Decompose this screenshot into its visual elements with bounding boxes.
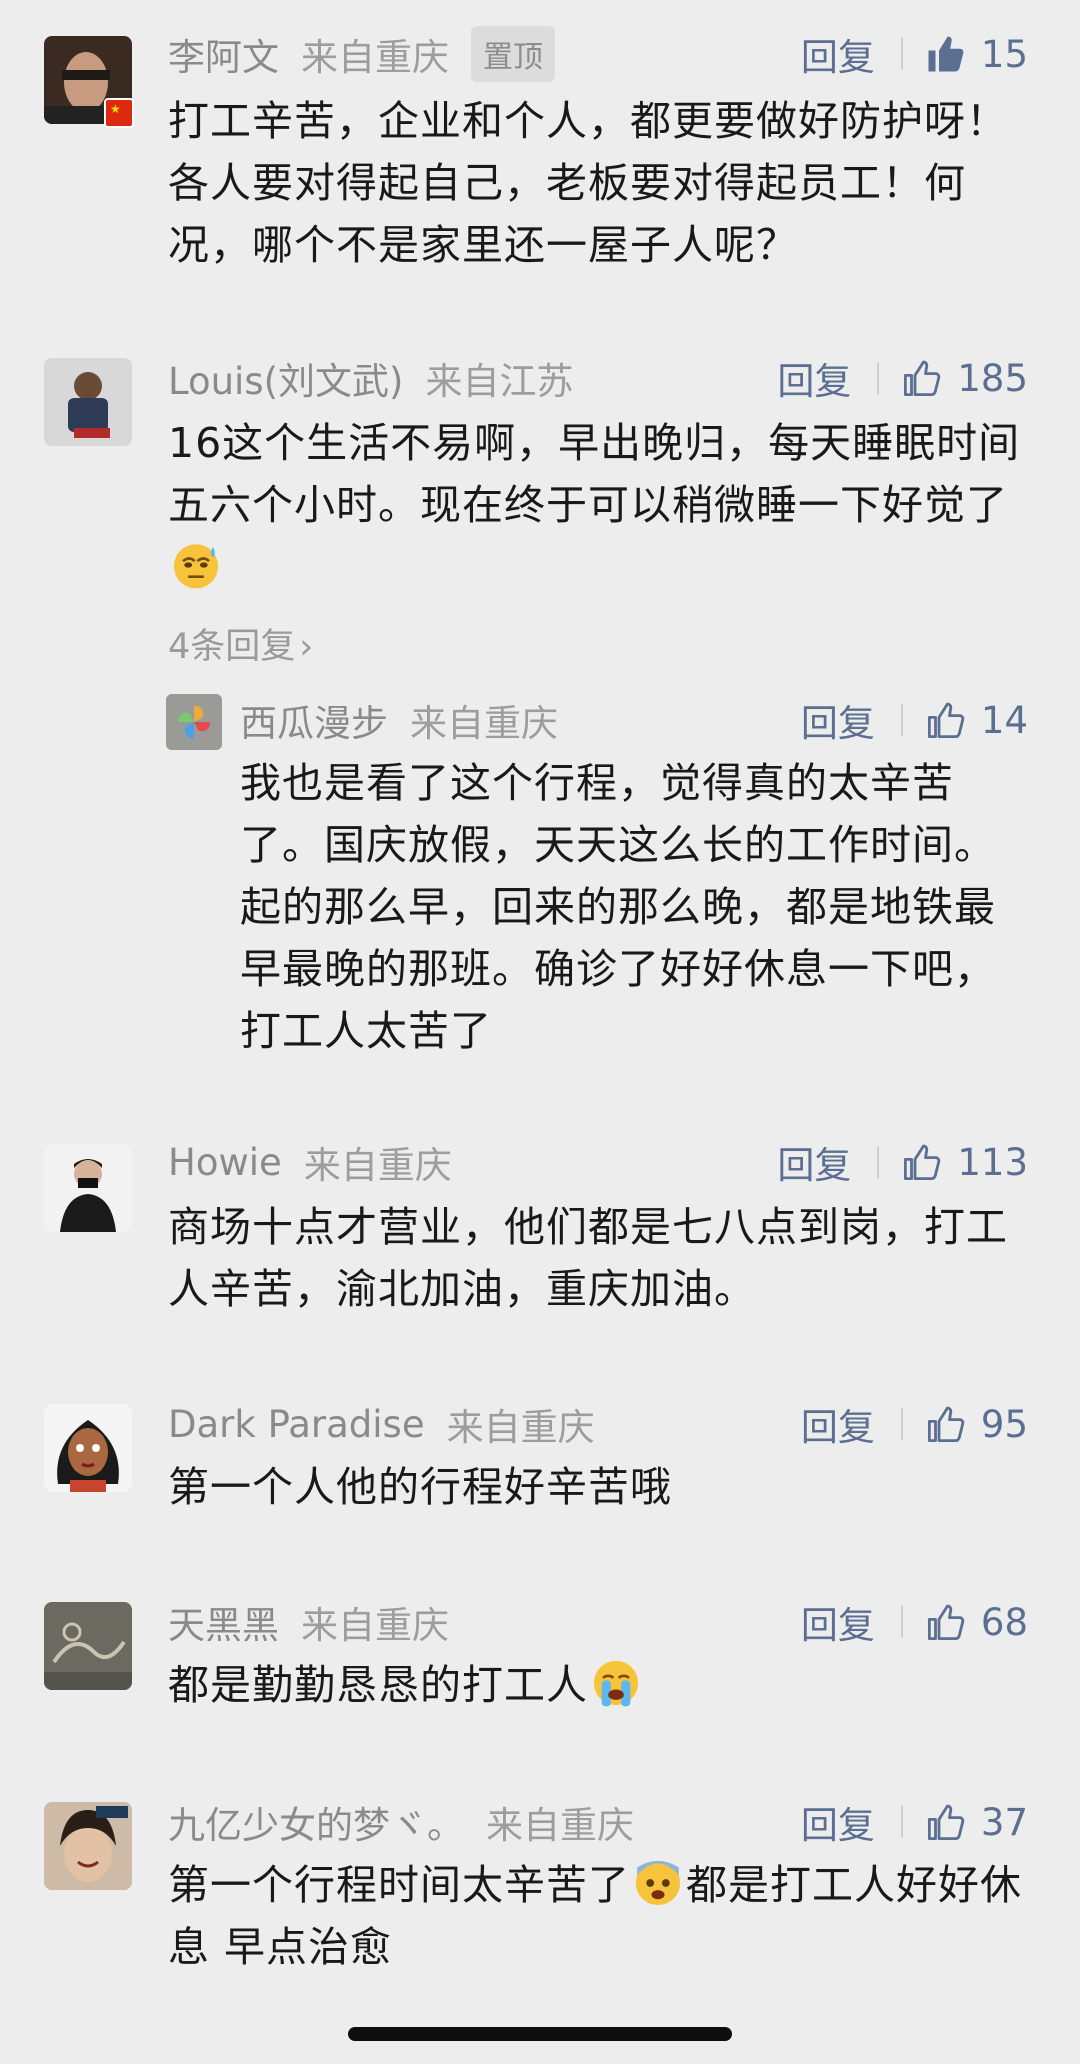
thumbs-up-outline-icon[interactable] [925,1601,967,1643]
avatar[interactable] [44,1602,132,1690]
comment-text: 都是勤勤恳恳的打工人 [168,1654,1028,1716]
thumbs-up-outline-icon[interactable] [901,1141,943,1183]
avatar[interactable] [44,1802,132,1890]
pinned-badge: 置顶 [471,26,555,82]
comment-author[interactable]: Howie [168,1141,282,1184]
reply-button[interactable]: 回复 [777,351,851,405]
divider [900,1606,903,1638]
thumbs-up-outline-icon[interactable] [925,699,967,741]
comment-text: 第一个人他的行程好辛苦哦 [168,1463,672,1511]
like-count: 185 [957,356,1028,400]
divider [900,704,903,736]
reply-button[interactable]: 回复 [801,693,875,747]
comment-location: 来自重庆 [446,1406,595,1449]
reply-button[interactable]: 回复 [801,1595,875,1649]
comment-author[interactable]: 李阿文 [168,27,279,81]
comment-text-part-a: 第一个行程时间太辛苦了 [168,1861,630,1909]
reply-button[interactable]: 回复 [777,1135,851,1189]
avatar[interactable] [44,1144,132,1232]
reply-button[interactable]: 回复 [801,1795,875,1849]
chevron-right-icon: › [299,627,314,667]
thumbs-up-outline-icon[interactable] [925,1801,967,1843]
avatar[interactable] [166,694,222,750]
like-count: 37 [980,1800,1028,1844]
thumbs-up-outline-icon[interactable] [901,357,943,399]
reply-location: 来自重庆 [410,702,558,745]
divider [900,1806,903,1838]
like-count: 95 [980,1402,1028,1446]
comment-author[interactable]: 天黑黑 [168,1595,279,1649]
home-indicator[interactable] [348,2027,732,2041]
sweat-face-emoji-icon [173,544,219,589]
comment-location: 来自重庆 [301,1604,449,1647]
reply-text: 我也是看了这个行程，觉得真的太辛苦了。国庆放假，天天这么长的工作时间。起的那么早… [240,759,996,1055]
divider [900,38,903,70]
reply-button[interactable]: 回复 [801,1397,875,1451]
like-count: 14 [980,698,1028,742]
comment-location: 来自江苏 [425,360,574,403]
comment-text-content: 16这个生活不易啊，早出晚归，每天睡眠时间五六个小时。现在终于可以稍微睡一下好觉… [168,419,1021,529]
more-replies-link[interactable]: 4条回复 › [168,618,313,669]
comment-location: 来自重庆 [303,1144,452,1187]
comment-text: 第一个行程时间太辛苦了 都是打工人好好休息 早点治愈 [168,1854,1028,1978]
thumbs-up-filled-icon[interactable] [925,33,967,75]
avatar[interactable] [44,1404,132,1492]
comment-text: 商场十点才营业，他们都是七八点到岗，打工人辛苦，渝北加油，重庆加油。 [168,1203,1008,1313]
china-flag-icon: ★ [104,98,134,128]
comment-author[interactable]: Louis(刘文武) [168,351,403,405]
comment-author[interactable]: 九亿少女的梦ヾ。 [168,1795,464,1849]
avatar[interactable] [44,358,132,446]
more-replies-label: 4条回复 [168,627,296,667]
divider [877,1146,880,1178]
reply-author[interactable]: 西瓜漫步 [240,693,388,747]
comment-location: 来自重庆 [301,36,449,79]
comment-text-content: 都是勤勤恳恳的打工人 [168,1661,588,1709]
divider [900,1408,903,1440]
crying-face-emoji-icon [593,1660,639,1707]
comment-text: 打工辛苦，企业和个人，都更要做好防护呀！各人要对得起自己，老板要对得起员工！何况… [168,97,1008,269]
comment-location: 来自重庆 [486,1804,634,1847]
comment-author[interactable]: Dark Paradise [168,1403,425,1446]
reply-button[interactable]: 回复 [801,27,875,81]
comment-text: 16这个生活不易啊，早出晚归，每天睡眠时间五六个小时。现在终于可以稍微睡一下好觉… [168,412,1028,598]
like-count: 113 [957,1140,1028,1184]
like-count: 68 [980,1600,1028,1644]
fearful-face-emoji-icon [635,1860,681,1906]
divider [877,362,880,394]
thumbs-up-outline-icon[interactable] [925,1403,967,1445]
like-count: 15 [980,32,1028,76]
